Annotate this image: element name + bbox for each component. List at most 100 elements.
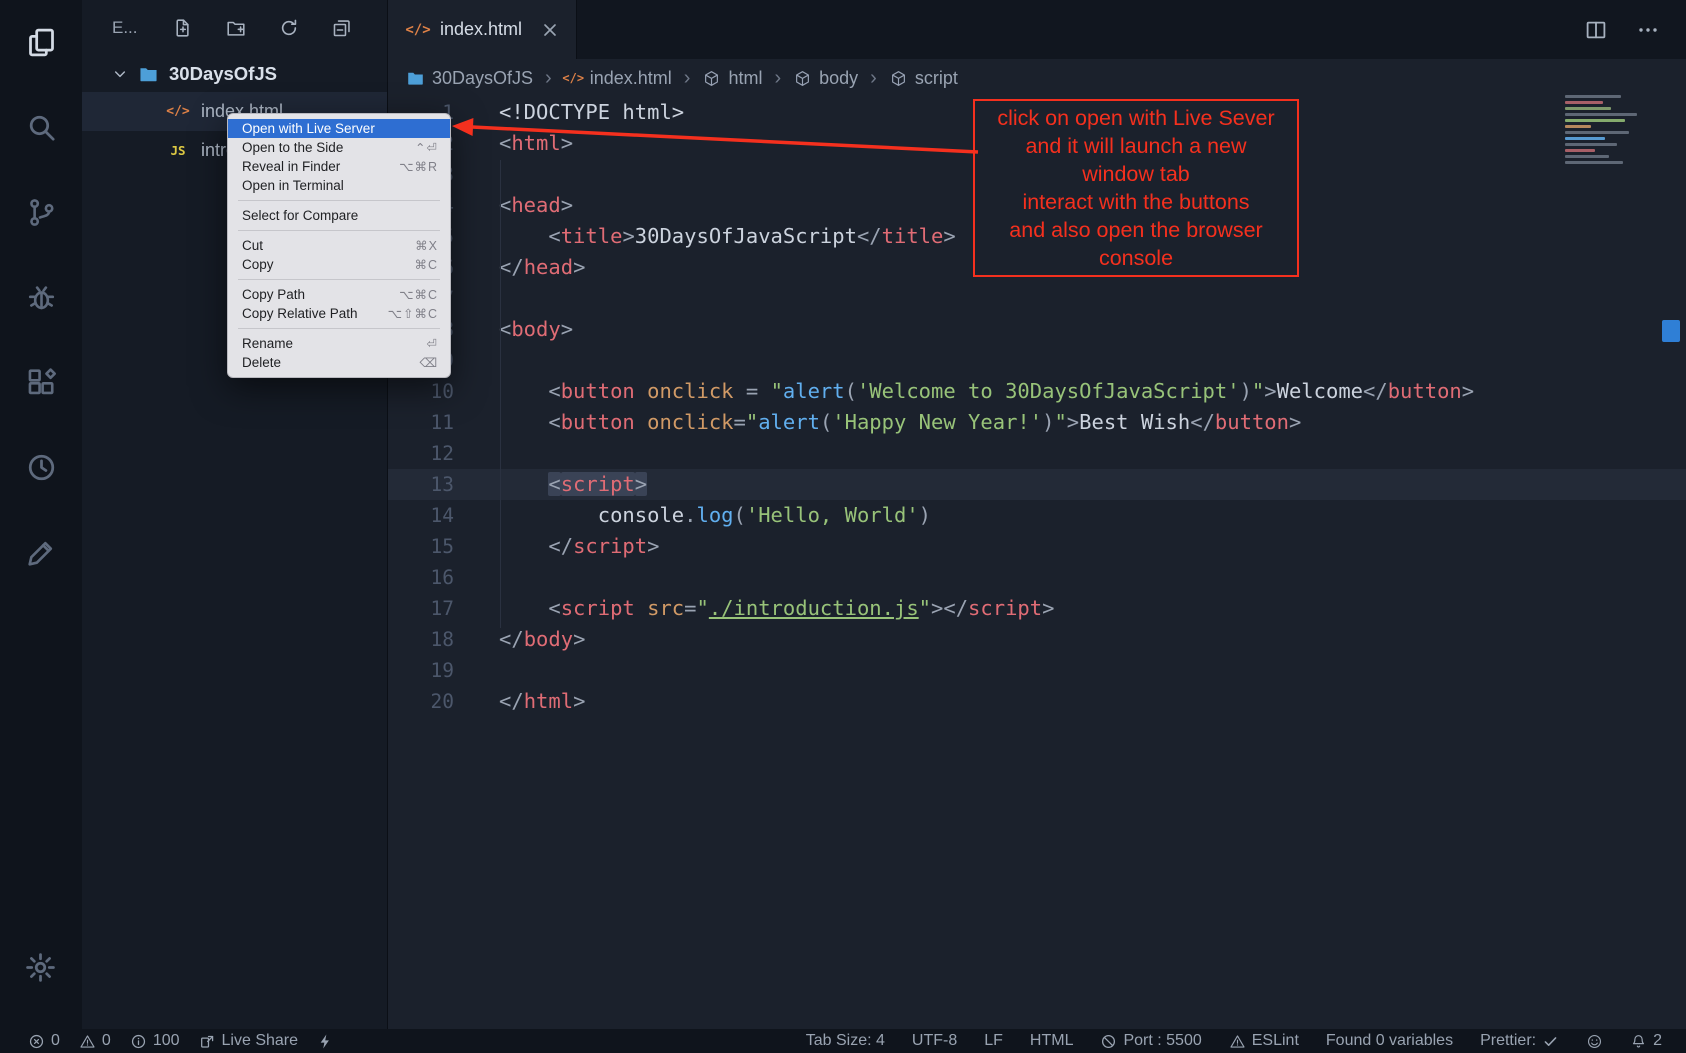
new-folder-icon[interactable]	[225, 17, 247, 39]
code-line-9[interactable]: 9	[388, 345, 1686, 376]
explorer-actions	[172, 17, 353, 39]
collapse-all-icon[interactable]	[331, 17, 353, 39]
root-folder-label: 30DaysOfJS	[169, 63, 277, 85]
files-icon[interactable]	[25, 26, 58, 59]
status-0[interactable]: 0	[28, 1032, 60, 1050]
menu-separator	[238, 200, 440, 201]
menu-separator	[238, 328, 440, 329]
status-prettier[interactable]: Prettier:	[1480, 1032, 1559, 1050]
code-line-13[interactable]: 13 <script>	[388, 469, 1686, 500]
minimap[interactable]	[1565, 95, 1656, 167]
lightning-icon	[317, 1033, 334, 1050]
line-number: 14	[388, 500, 454, 531]
status-eslint[interactable]: ESLint	[1229, 1032, 1299, 1050]
chevron-down-icon	[112, 66, 128, 82]
status-lightning-icon[interactable]	[317, 1033, 334, 1050]
explorer-title: E...	[112, 18, 138, 38]
line-number: 19	[388, 655, 454, 686]
scrollbar-marker[interactable]	[1662, 320, 1680, 342]
code-line-11[interactable]: 11 <button onclick="alert('Happy New Yea…	[388, 407, 1686, 438]
menu-item-reveal-in-finder[interactable]: Reveal in Finder⌥⌘R	[228, 157, 450, 176]
breadcrumb-item-30daysofjs[interactable]: 30DaysOfJS	[406, 68, 533, 89]
status-tab-size-4[interactable]: Tab Size: 4	[806, 1032, 885, 1050]
line-content: <button onclick="alert('Happy New Year!'…	[499, 407, 1301, 438]
refresh-icon[interactable]	[278, 17, 300, 39]
code-line-16[interactable]: 16	[388, 562, 1686, 593]
line-content: <title>30DaysOfJavaScript</title>	[499, 221, 956, 252]
menu-item-delete[interactable]: Delete⌫	[228, 353, 450, 372]
code-line-20[interactable]: 20</html>	[388, 686, 1686, 717]
breadcrumb-item-html[interactable]: html	[702, 68, 762, 89]
code-line-7[interactable]: 7	[388, 283, 1686, 314]
code-line-14[interactable]: 14 console.log('Hello, World')	[388, 500, 1686, 531]
breadcrumb-label: index.html	[590, 68, 672, 89]
line-number: 13	[388, 469, 454, 500]
status-html[interactable]: HTML	[1030, 1032, 1074, 1050]
sidebar-item-root-folder[interactable]: 30DaysOfJS	[82, 56, 387, 92]
vscode-window: E... 30DaysOfJS </> index.html JS introd…	[0, 0, 1686, 1053]
status-0[interactable]: 0	[79, 1032, 111, 1050]
status-found-0-variables[interactable]: Found 0 variables	[1326, 1032, 1453, 1050]
annotation-line: window tab	[975, 160, 1297, 188]
menu-shortcut: ⌥⌘C	[399, 287, 438, 302]
extensions-icon[interactable]	[25, 366, 58, 399]
status-utf-8[interactable]: UTF-8	[912, 1032, 957, 1050]
breadcrumb-item-body[interactable]: body	[793, 68, 858, 89]
annotation-line: and it will launch a new	[975, 132, 1297, 160]
debug-icon[interactable]	[25, 281, 58, 314]
close-icon[interactable]	[540, 20, 560, 40]
status-smiley-icon[interactable]	[1586, 1033, 1603, 1050]
menu-item-open-with-live-server[interactable]: Open with Live Server	[228, 119, 450, 138]
line-number: 12	[388, 438, 454, 469]
code-line-19[interactable]: 19	[388, 655, 1686, 686]
line-content: </script>	[499, 531, 659, 562]
code-line-8[interactable]: 8<body>	[388, 314, 1686, 345]
menu-item-copy[interactable]: Copy⌘C	[228, 255, 450, 274]
feedback-icon[interactable]	[25, 536, 58, 569]
status-bar: 0 0 100 Live Share Tab Size: 4 UTF-8 LF HTML Po…	[0, 1029, 1686, 1053]
html-file-icon: </>	[166, 103, 190, 121]
line-number: 18	[388, 624, 454, 655]
search-icon[interactable]	[25, 111, 58, 144]
more-actions-icon[interactable]	[1636, 18, 1660, 42]
code-line-10[interactable]: 10 <button onclick = "alert('Welcome to …	[388, 376, 1686, 407]
menu-item-rename[interactable]: Rename⏎	[228, 334, 450, 353]
code-line-15[interactable]: 15 </script>	[388, 531, 1686, 562]
split-editor-icon[interactable]	[1584, 18, 1608, 42]
bell-icon	[1630, 1033, 1647, 1050]
breadcrumb-item-script[interactable]: script	[889, 68, 958, 89]
menu-shortcut: ⌘X	[415, 238, 438, 253]
tab-index-html[interactable]: </> index.html	[388, 0, 577, 59]
line-content: <head>	[499, 190, 573, 221]
line-number: 17	[388, 593, 454, 624]
status-2[interactable]: 2	[1630, 1032, 1662, 1050]
explorer-header: E...	[82, 0, 387, 56]
menu-item-open-to-the-side[interactable]: Open to the Side⌃⏎	[228, 138, 450, 157]
status-100[interactable]: 100	[130, 1032, 180, 1050]
code-line-17[interactable]: 17 <script src="./introduction.js"></scr…	[388, 593, 1686, 624]
menu-shortcut: ⌃⏎	[415, 140, 438, 155]
status-port-5500[interactable]: Port : 5500	[1100, 1032, 1201, 1050]
symbol-icon	[793, 69, 812, 88]
settings-gear-icon[interactable]	[24, 951, 57, 984]
menu-item-open-in-terminal[interactable]: Open in Terminal	[228, 176, 450, 195]
menu-item-copy-path[interactable]: Copy Path⌥⌘C	[228, 285, 450, 304]
breadcrumb-separator: ›	[684, 67, 691, 90]
error-icon	[28, 1033, 45, 1050]
code-line-12[interactable]: 12	[388, 438, 1686, 469]
menu-item-copy-relative-path[interactable]: Copy Relative Path⌥⇧⌘C	[228, 304, 450, 323]
new-file-icon[interactable]	[172, 17, 194, 39]
menu-shortcut: ⌥⇧⌘C	[388, 306, 438, 321]
menu-item-select-for-compare[interactable]: Select for Compare	[228, 206, 450, 225]
source-control-icon[interactable]	[25, 196, 58, 229]
status-live-share[interactable]: Live Share	[199, 1032, 299, 1050]
warning-icon	[79, 1033, 96, 1050]
menu-shortcut: ⌫	[419, 355, 438, 370]
code-line-18[interactable]: 18</body>	[388, 624, 1686, 655]
breadcrumb-item-index-html[interactable]: </> index.html	[564, 68, 672, 89]
history-icon[interactable]	[25, 451, 58, 484]
menu-item-cut[interactable]: Cut⌘X	[228, 236, 450, 255]
breadcrumb-label: body	[819, 68, 858, 89]
html-file-icon: </>	[564, 69, 583, 88]
status-lf[interactable]: LF	[984, 1032, 1003, 1050]
